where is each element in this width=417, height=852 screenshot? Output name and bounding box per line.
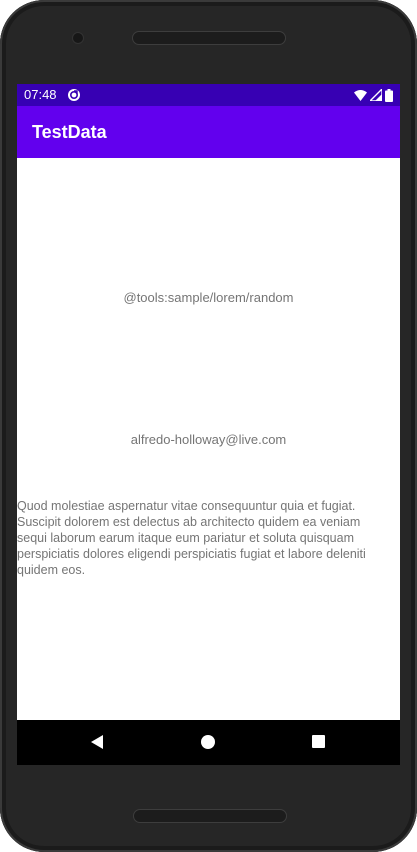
signal-icon xyxy=(370,89,382,101)
lorem-paragraph: Quod molestiae aspernatur vitae consequu… xyxy=(17,499,366,577)
navigation-bar xyxy=(17,720,400,765)
front-camera xyxy=(73,33,83,43)
recents-icon[interactable] xyxy=(311,734,326,749)
wifi-icon xyxy=(354,89,367,101)
sample-text: @tools:sample/lorem/random xyxy=(123,290,294,305)
status-icons xyxy=(354,87,393,103)
top-speaker xyxy=(132,31,286,45)
phone-screen: 07:48 TestData @tools:sample/lorem/rando… xyxy=(17,84,400,765)
home-icon[interactable] xyxy=(200,734,216,750)
battery-icon xyxy=(385,88,393,102)
email-text: alfredo-holloway@live.com xyxy=(130,432,287,447)
phone-frame: 07:48 TestData @tools:sample/lorem/rando… xyxy=(0,0,417,852)
sync-icon xyxy=(68,89,80,101)
app-title: TestData xyxy=(32,122,107,142)
app-bar: TestData xyxy=(17,106,400,158)
main-content: @tools:sample/lorem/random alfredo-hollo… xyxy=(17,158,400,720)
back-icon[interactable] xyxy=(90,734,104,750)
status-bar: 07:48 xyxy=(17,84,400,106)
status-time: 07:48 xyxy=(24,87,57,102)
bottom-speaker xyxy=(133,809,287,823)
